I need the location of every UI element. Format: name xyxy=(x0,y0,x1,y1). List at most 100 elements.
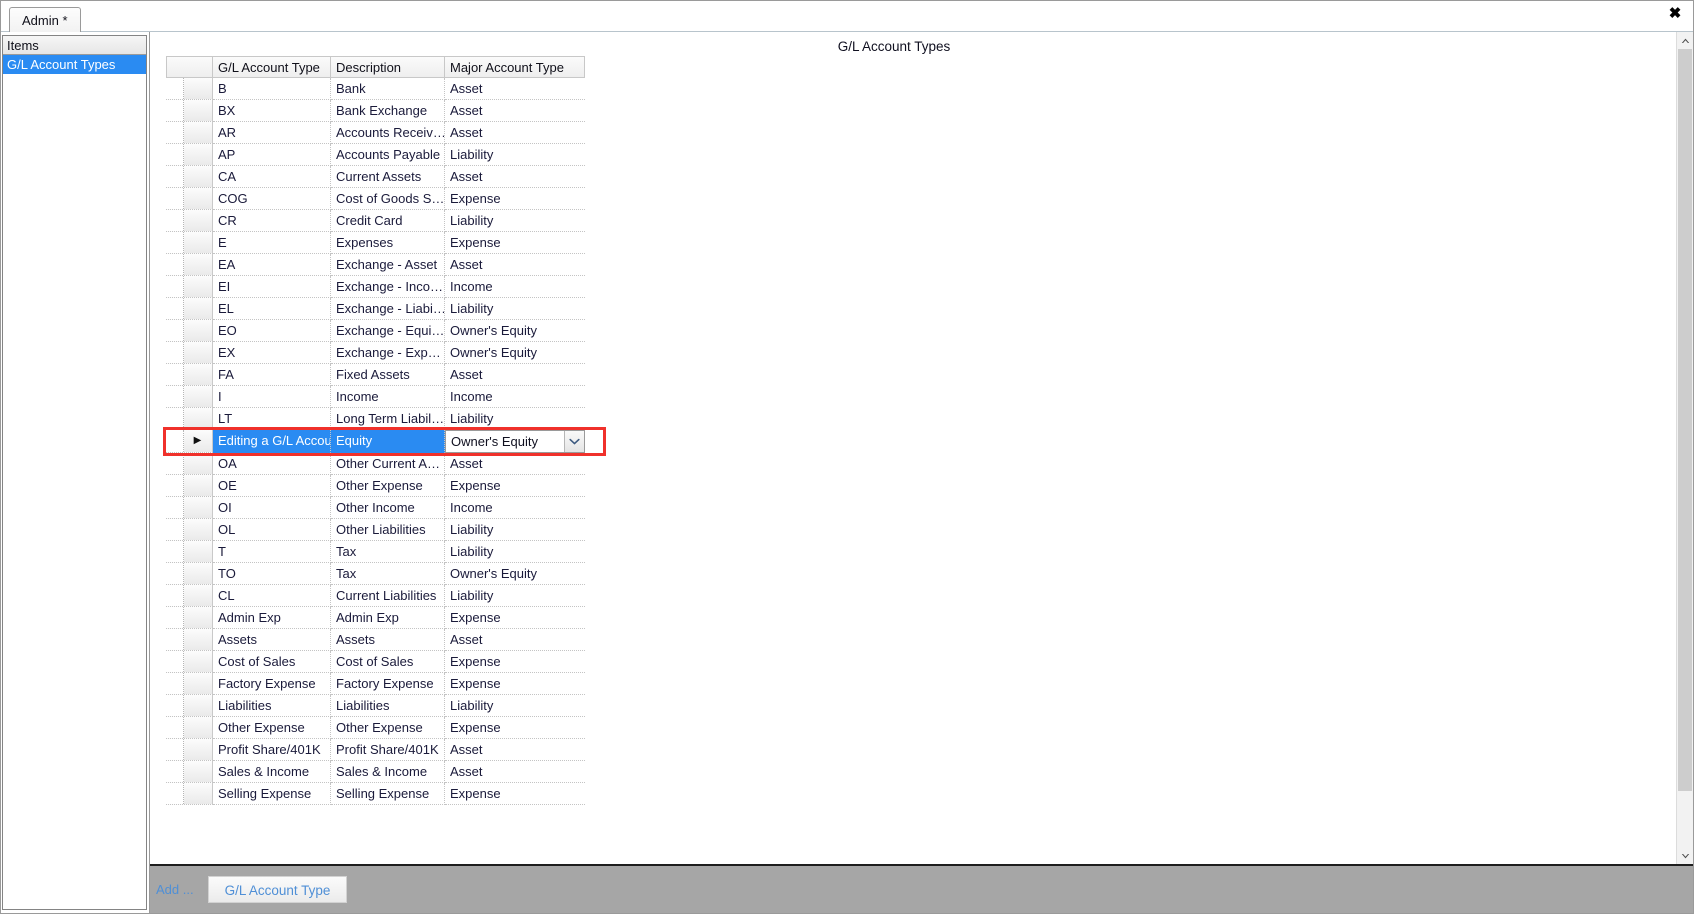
cell-major-account-type[interactable]: Liability xyxy=(445,298,585,320)
cell-description[interactable]: Current Assets xyxy=(331,166,445,188)
table-row-editing[interactable]: ▶ Editing a G/L Accou…EquityOwner's Equit… xyxy=(163,427,606,456)
table-row[interactable]: OI Other Income Income xyxy=(166,497,603,519)
cell-major-account-type[interactable]: Expense xyxy=(445,717,585,739)
table-row[interactable]: Assets Assets Asset xyxy=(166,629,603,651)
cell-gl-account-type[interactable]: AP xyxy=(213,144,331,166)
cell-gl-account-type[interactable]: OA xyxy=(213,453,331,475)
cell-major-account-type[interactable]: Expense xyxy=(445,188,585,210)
cell-major-account-type[interactable]: Liability xyxy=(445,585,585,607)
row-selector-cell[interactable] xyxy=(166,386,213,408)
cell-gl-account-type[interactable]: OI xyxy=(213,497,331,519)
cell-major-account-type[interactable]: Expense xyxy=(445,607,585,629)
cell-gl-account-type[interactable]: Selling Expense xyxy=(213,783,331,805)
table-row[interactable]: E Expenses Expense xyxy=(166,232,603,254)
cell-description[interactable]: Accounts Payable xyxy=(331,144,445,166)
row-selector-cell[interactable] xyxy=(166,475,213,497)
tab-admin[interactable]: Admin * xyxy=(9,7,81,32)
cell-major-account-type[interactable]: Expense xyxy=(445,232,585,254)
row-selector-cell[interactable] xyxy=(166,761,213,783)
row-selector-cell[interactable] xyxy=(166,651,213,673)
cell-description[interactable]: Bank xyxy=(331,78,445,100)
cell-major-account-type[interactable]: Expense xyxy=(445,475,585,497)
cell-major-account-type[interactable]: Expense xyxy=(445,673,585,695)
table-row[interactable]: Admin Exp Admin Exp Expense xyxy=(166,607,603,629)
scrollbar-thumb[interactable] xyxy=(1678,49,1692,792)
row-selector-cell[interactable] xyxy=(166,210,213,232)
cell-gl-account-type[interactable]: FA xyxy=(213,364,331,386)
cell-major-account-type[interactable]: Asset xyxy=(445,629,585,651)
cell-description[interactable]: Expenses xyxy=(331,232,445,254)
cell-description[interactable]: Sales & Income xyxy=(331,761,445,783)
row-selector-cell[interactable] xyxy=(166,100,213,122)
cell-gl-account-type[interactable]: COG xyxy=(213,188,331,210)
row-selector-cell[interactable] xyxy=(166,408,213,430)
cell-description[interactable]: Cost of Sales xyxy=(331,651,445,673)
table-row[interactable]: T Tax Liability xyxy=(166,541,603,563)
cell-gl-account-type[interactable]: EL xyxy=(213,298,331,320)
cell-description[interactable]: Selling Expense xyxy=(331,783,445,805)
cell-major-account-type[interactable]: Asset xyxy=(445,453,585,475)
combobox-value[interactable]: Owner's Equity xyxy=(446,431,564,453)
cell-description[interactable]: Admin Exp xyxy=(331,607,445,629)
table-row[interactable]: Sales & Income Sales & Income Asset xyxy=(166,761,603,783)
row-selector-cell[interactable] xyxy=(166,166,213,188)
cell-major-account-type[interactable]: Income xyxy=(445,276,585,298)
cell-description[interactable]: Other Expense xyxy=(331,717,445,739)
cell-gl-account-type[interactable]: T xyxy=(213,541,331,563)
cell-description[interactable]: Exchange - Inco… xyxy=(331,276,445,298)
row-selector-cell[interactable] xyxy=(166,453,213,475)
cell-major-account-type[interactable]: Owner's Equity xyxy=(445,563,585,585)
chevron-down-icon[interactable] xyxy=(564,431,584,452)
table-row[interactable]: CL Current Liabilities Liability xyxy=(166,585,603,607)
row-selector-cell[interactable] xyxy=(166,232,213,254)
cell-gl-account-type[interactable]: CL xyxy=(213,585,331,607)
column-header-indicator[interactable] xyxy=(166,56,213,78)
cell-description[interactable]: Bank Exchange xyxy=(331,100,445,122)
row-selector-cell[interactable] xyxy=(166,78,213,100)
row-selector-cell[interactable] xyxy=(166,144,213,166)
table-row[interactable]: EI Exchange - Inco… Income xyxy=(166,276,603,298)
cell-major-account-type[interactable]: Asset xyxy=(445,100,585,122)
cell-description[interactable]: Other Current A… xyxy=(331,453,445,475)
cell-major-account-type[interactable]: Liability xyxy=(445,408,585,430)
cell-description[interactable]: Profit Share/401K xyxy=(331,739,445,761)
cell-gl-account-type[interactable]: Cost of Sales xyxy=(213,651,331,673)
table-row[interactable]: Selling Expense Selling Expense Expense xyxy=(166,783,603,805)
row-selector-cell[interactable] xyxy=(166,320,213,342)
table-row[interactable]: AR Accounts Receiv… Asset xyxy=(166,122,603,144)
scrollbar-track[interactable] xyxy=(1677,49,1693,847)
table-row[interactable]: Other Expense Other Expense Expense xyxy=(166,717,603,739)
cell-description[interactable]: Cost of Goods S… xyxy=(331,188,445,210)
cell-gl-account-type[interactable]: Profit Share/401K xyxy=(213,739,331,761)
cell-major-account-type[interactable]: Asset xyxy=(445,78,585,100)
cell-gl-account-type[interactable]: OL xyxy=(213,519,331,541)
row-selector-cell[interactable] xyxy=(166,629,213,651)
cell-gl-account-type[interactable]: B xyxy=(213,78,331,100)
cell-description[interactable]: Other Expense xyxy=(331,475,445,497)
table-row[interactable]: EA Exchange - Asset Asset xyxy=(166,254,603,276)
cell-gl-account-type[interactable]: Admin Exp xyxy=(213,607,331,629)
cell-gl-account-type[interactable]: CR xyxy=(213,210,331,232)
sidebar-item-gl-account-types[interactable]: G/L Account Types xyxy=(3,55,146,74)
row-selector-cell[interactable] xyxy=(166,673,213,695)
cell-description[interactable]: Income xyxy=(331,386,445,408)
table-row[interactable]: Profit Share/401K Profit Share/401K Asset xyxy=(166,739,603,761)
table-row[interactable]: Factory Expense Factory Expense Expense xyxy=(166,673,603,695)
cell-gl-account-type[interactable]: EX xyxy=(213,342,331,364)
cell-description[interactable]: Tax xyxy=(331,541,445,563)
cell-gl-account-type[interactable]: LT xyxy=(213,408,331,430)
row-selector-cell[interactable] xyxy=(166,188,213,210)
row-selector-cell[interactable] xyxy=(166,717,213,739)
cell-major-account-type[interactable]: Owner's Equity xyxy=(445,320,585,342)
row-selector-cell[interactable] xyxy=(166,783,213,805)
cell-description[interactable]: Exchange - Exp… xyxy=(331,342,445,364)
cell-major-account-type[interactable]: Liability xyxy=(445,144,585,166)
cell-major-account-type[interactable]: Asset xyxy=(445,761,585,783)
cell-major-account-type[interactable]: Liability xyxy=(445,519,585,541)
cell-description[interactable]: Exchange - Equi… xyxy=(331,320,445,342)
cell-description[interactable]: Exchange - Liabi… xyxy=(331,298,445,320)
cell-major-account-type[interactable]: Owner's Equity xyxy=(445,430,585,453)
table-row[interactable]: OL Other Liabilities Liability xyxy=(166,519,603,541)
cell-gl-account-type[interactable]: EA xyxy=(213,254,331,276)
table-row[interactable]: BX Bank Exchange Asset xyxy=(166,100,603,122)
